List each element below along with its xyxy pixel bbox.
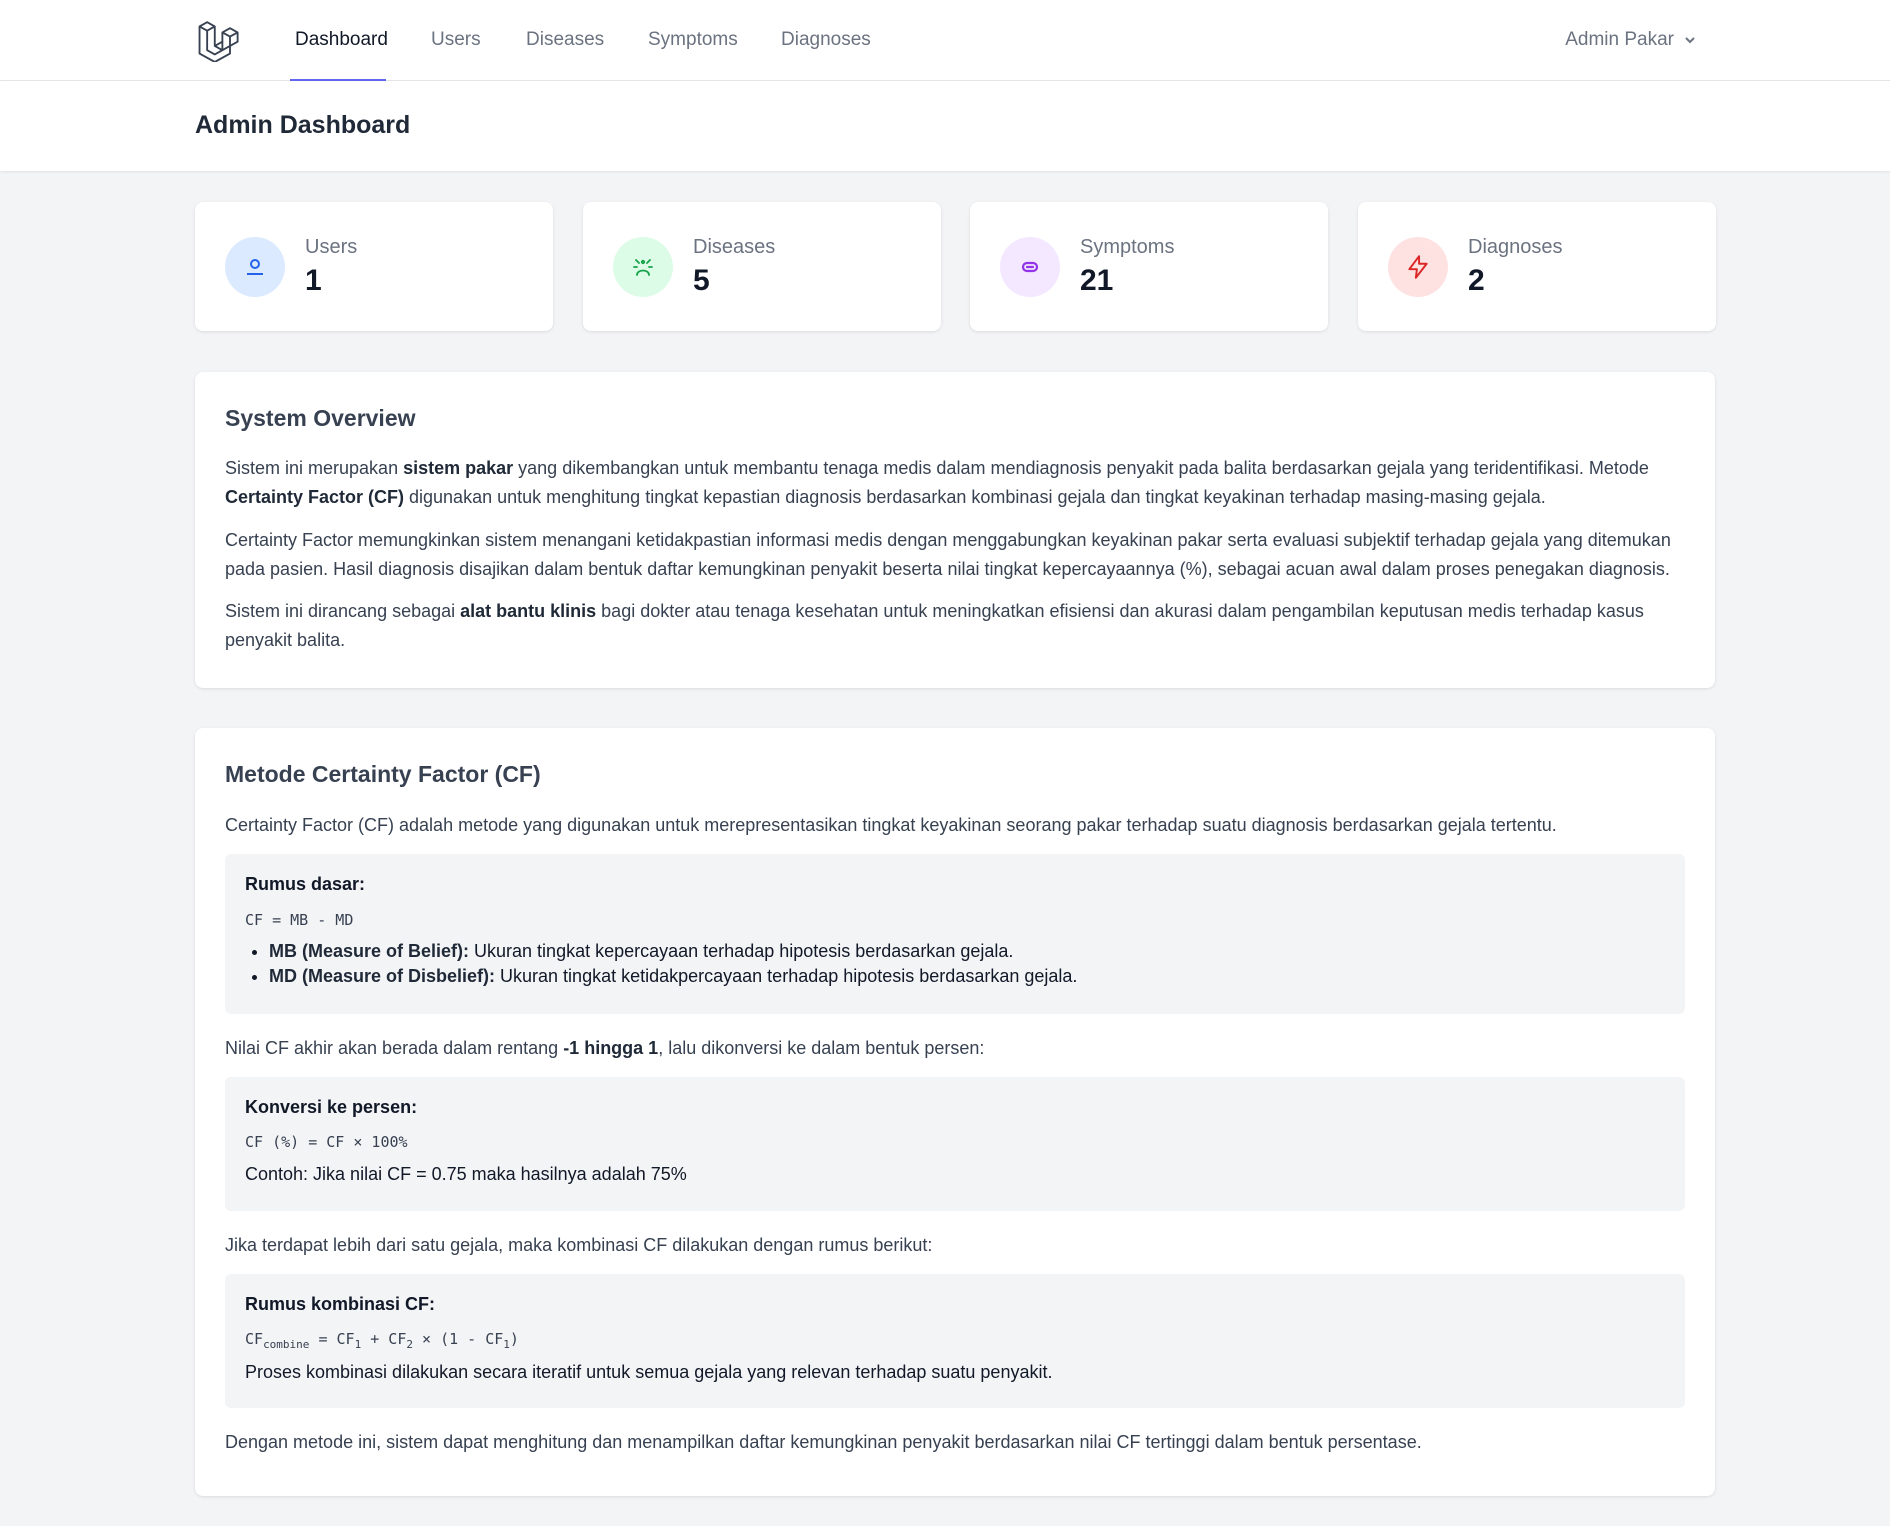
- formula-code: CF = MB - MD: [245, 911, 354, 929]
- stat-value: 21: [1080, 264, 1114, 297]
- text: Ukuran tingkat kepercayaan terhadap hipo…: [469, 941, 1014, 961]
- text: Sistem ini merupakan: [225, 458, 404, 478]
- text: Nilai CF akhir akan berada dalam rentang: [225, 1038, 564, 1058]
- section-title: Metode Certainty Factor (CF): [225, 761, 541, 787]
- list-item: MD (Measure of Disbelief): Ukuran tingka…: [269, 964, 1665, 989]
- user-dropdown[interactable]: Admin Pakar: [1565, 0, 1696, 80]
- bold-text: -1 hingga 1: [563, 1038, 659, 1058]
- combination-note: Proses kombinasi dilakukan secara iterat…: [245, 1362, 1053, 1382]
- stat-value: 5: [693, 264, 710, 297]
- formula-code: CF (%) = CF × 100%: [245, 1133, 408, 1151]
- text: + CF: [361, 1330, 407, 1348]
- nav-link-users[interactable]: Users: [431, 0, 481, 80]
- stat-card-symptoms: Symptoms 21: [970, 202, 1328, 331]
- combination-box: Rumus kombinasi CF: CFcombine = CF 1 + CF…: [225, 1274, 1685, 1408]
- bold-text: MD (Measure of Disbelief):: [269, 966, 496, 986]
- section-title: System Overview: [225, 405, 416, 431]
- combination-formula: CFcombine = CF1 + CF2 × (1 - CF1): [245, 1330, 1665, 1351]
- stat-label: Symptoms: [1080, 236, 1175, 258]
- overview-paragraph-1: Sistem ini merupakan sistem pakar yang d…: [225, 454, 1685, 512]
- stat-value: 2: [1468, 264, 1485, 297]
- stat-value: 1: [305, 264, 322, 297]
- stat-card-diseases: Diseases 5: [583, 202, 941, 331]
- text: yang dikembangkan untuk membantu tenaga …: [513, 458, 1649, 478]
- laravel-logo-icon[interactable]: [197, 18, 241, 62]
- user-icon: [225, 237, 285, 297]
- cf-intro: Certainty Factor (CF) adalah metode yang…: [225, 815, 1557, 835]
- text: digunakan untuk menghitung tingkat kepas…: [404, 487, 1546, 507]
- text: = CF: [309, 1330, 355, 1348]
- subscript: 2: [406, 1338, 413, 1351]
- text: × (1 - CF: [412, 1330, 504, 1348]
- bold-text: sistem pakar: [403, 458, 514, 478]
- nav-link-symptoms[interactable]: Symptoms: [648, 0, 738, 80]
- user-name: Admin Pakar: [1565, 29, 1674, 50]
- stat-label: Diseases: [693, 236, 776, 258]
- pill-icon: [1000, 237, 1060, 297]
- text: , lalu dikonversi ke dalam bentuk persen…: [658, 1038, 985, 1058]
- cf-method-card: Metode Certainty Factor (CF) Certainty F…: [195, 728, 1715, 1496]
- box-title: Rumus kombinasi CF:: [245, 1294, 436, 1314]
- stat-label: Diagnoses: [1468, 236, 1563, 258]
- active-tab-underline: [290, 0, 386, 81]
- bold-text: alat bantu klinis: [460, 601, 597, 621]
- definition-list: MB (Measure of Belief): Ukuran tingkat k…: [245, 939, 1665, 989]
- nav-link-diseases[interactable]: Diseases: [526, 0, 604, 80]
- stat-label: Users: [305, 236, 358, 258]
- bolt-icon: [1388, 237, 1448, 297]
- system-overview-card: System Overview Sistem ini merupakan sis…: [195, 372, 1715, 688]
- combination-intro: Jika terdapat lebih dari satu gejala, ma…: [225, 1235, 933, 1255]
- stat-card-users: Users 1: [195, 202, 553, 331]
- subscript: combine: [263, 1338, 310, 1351]
- stat-card-diagnoses: Diagnoses 2: [1358, 202, 1716, 331]
- bold-text: MB (Measure of Belief):: [269, 941, 470, 961]
- chevron-down-icon: [1685, 37, 1695, 44]
- example-text: Contoh: Jika nilai CF = 0.75 maka hasiln…: [245, 1164, 687, 1184]
- list-item: MB (Measure of Belief): Ukuran tingkat k…: [269, 939, 1665, 964]
- text: CF: [245, 1330, 264, 1348]
- virus-icon: [613, 237, 673, 297]
- closing-text: Dengan metode ini, sistem dapat menghitu…: [225, 1432, 1422, 1452]
- box-title: Konversi ke persen:: [245, 1097, 418, 1117]
- cf-range-text: Nilai CF akhir akan berada dalam rentang…: [225, 1034, 1685, 1063]
- bold-text: Certainty Factor (CF): [225, 487, 405, 507]
- top-navbar: Dashboard Users Diseases Symptoms Diagno…: [0, 0, 1890, 81]
- box-title: Rumus dasar:: [245, 874, 366, 894]
- text: ): [509, 1330, 519, 1348]
- nav-link-diagnoses[interactable]: Diagnoses: [781, 0, 871, 80]
- text: Ukuran tingkat ketidakpercayaan terhadap…: [495, 966, 1078, 986]
- basic-formula-box: Rumus dasar: CF = MB - MD MB (Measure of…: [225, 854, 1685, 1014]
- page-title: Admin Dashboard: [195, 111, 411, 139]
- page-header: Admin Dashboard: [0, 81, 1890, 171]
- overview-paragraph-2: Certainty Factor memungkinkan sistem men…: [225, 530, 1671, 579]
- overview-paragraph-3: Sistem ini dirancang sebagai alat bantu …: [225, 597, 1685, 655]
- conversion-box: Konversi ke persen: CF (%) = CF × 100% C…: [225, 1077, 1685, 1211]
- subscript: 1: [503, 1338, 510, 1351]
- text: Sistem ini dirancang sebagai: [225, 601, 461, 621]
